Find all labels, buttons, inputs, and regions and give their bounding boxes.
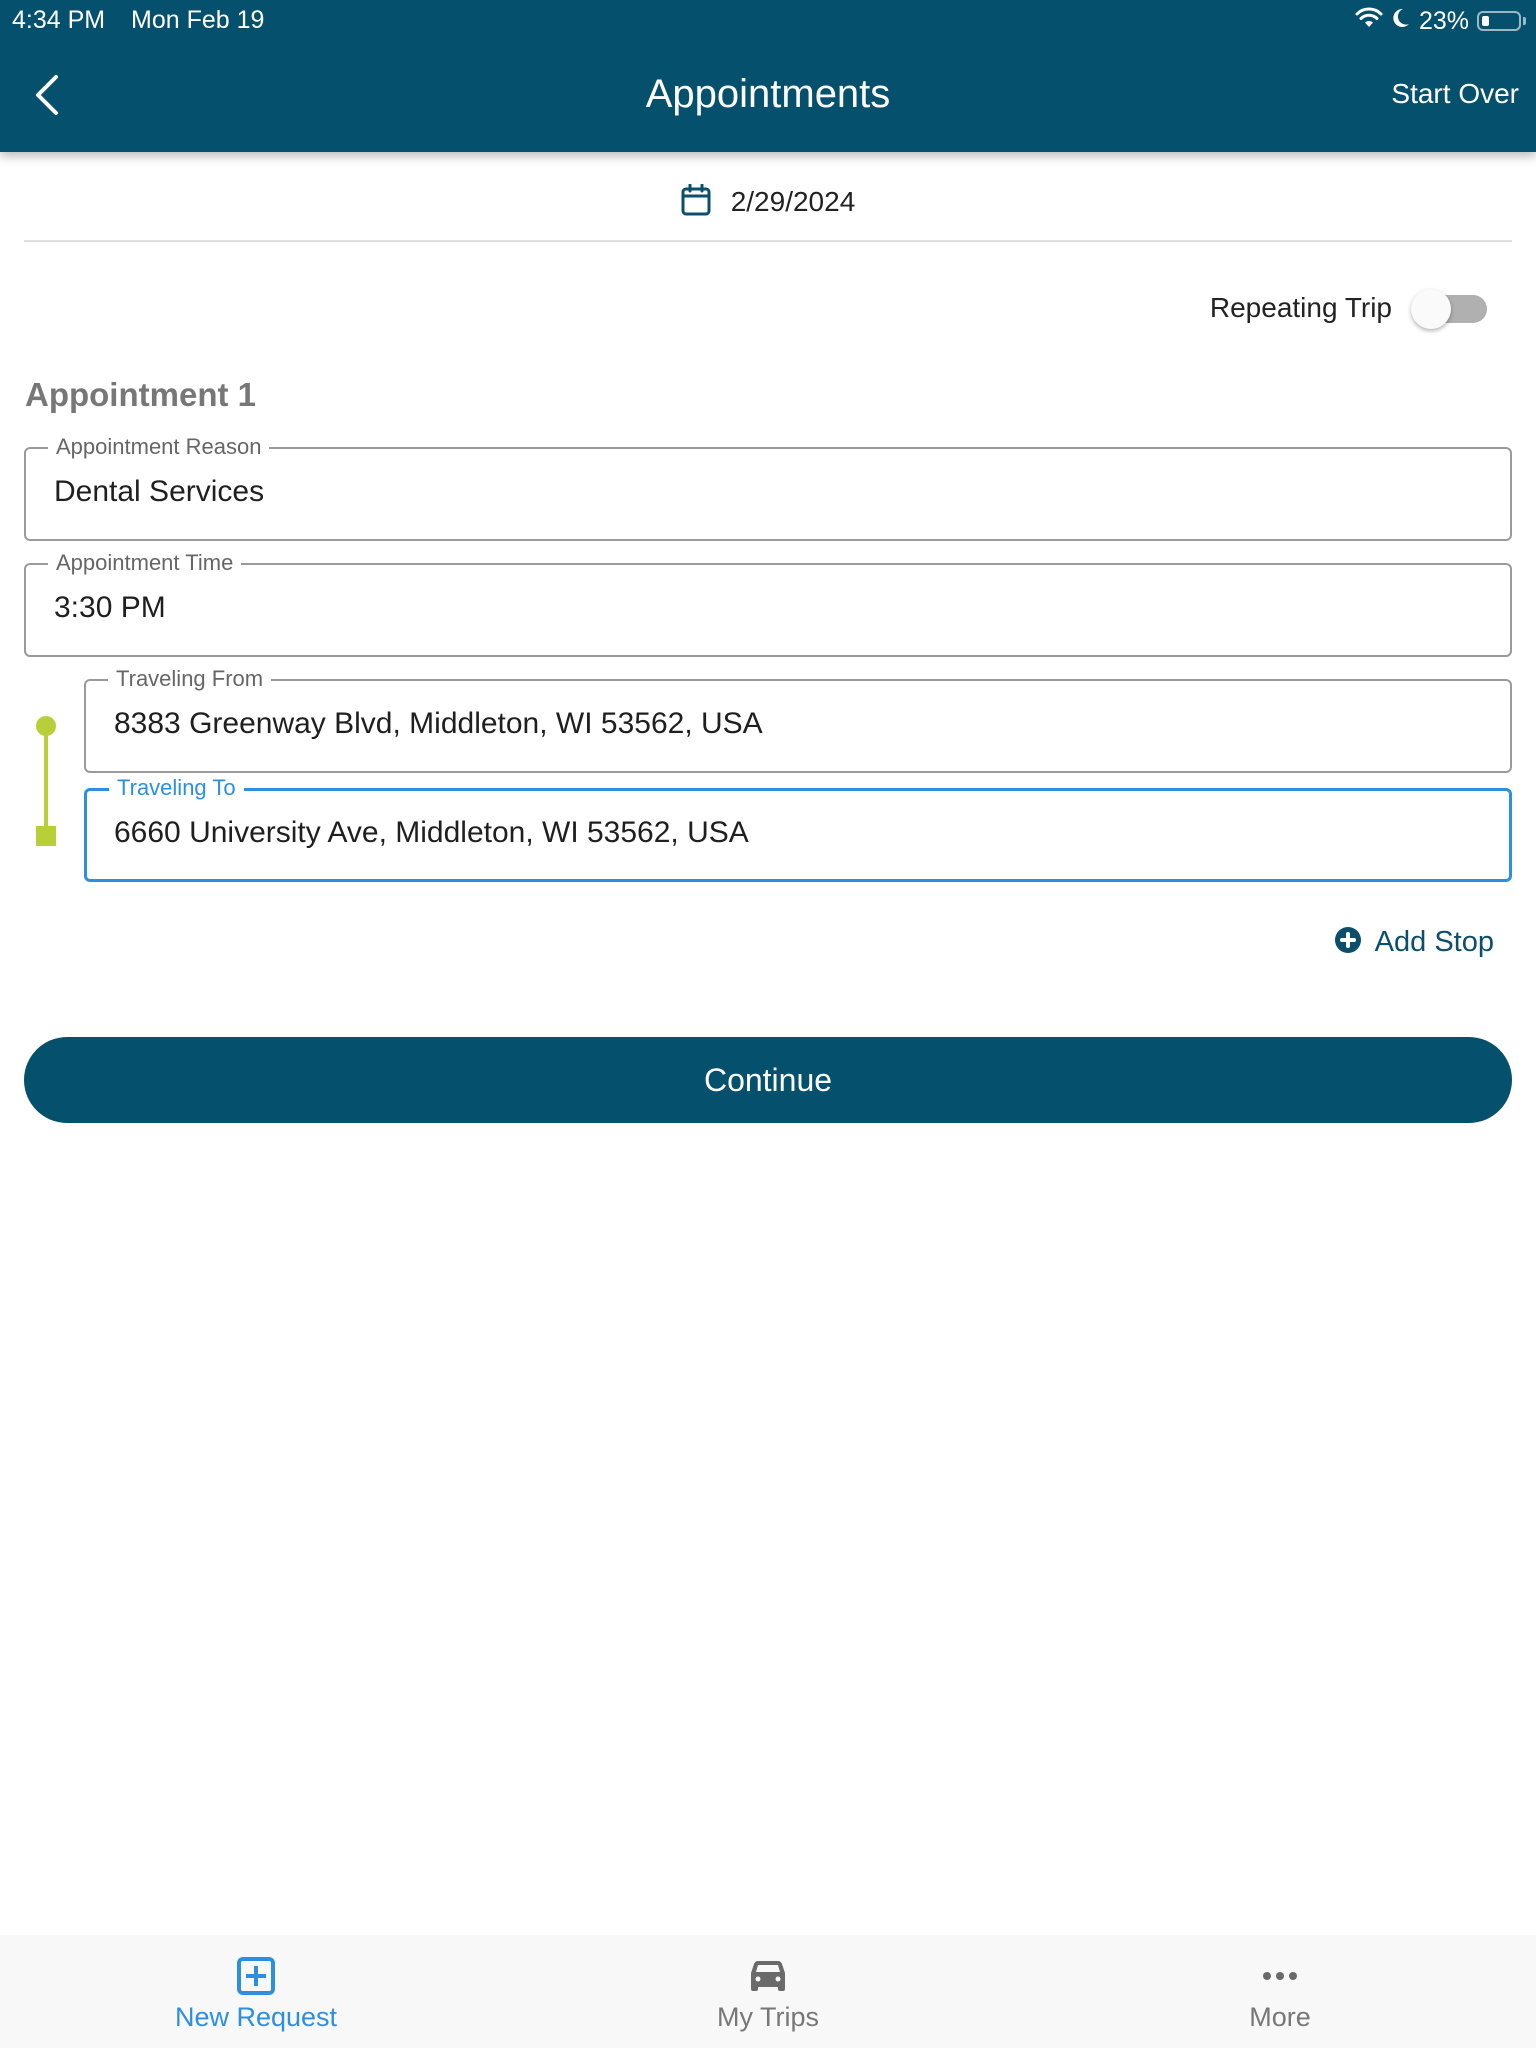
car-icon (749, 1956, 787, 1996)
battery-percent: 23% (1418, 6, 1469, 35)
traveling-from-field[interactable]: Traveling From 8383 Greenway Blvd, Middl… (84, 667, 1512, 773)
tab-my-trips[interactable]: My Trips (512, 1935, 1024, 2048)
add-stop-button[interactable]: Add Stop (1334, 926, 1494, 959)
traveling-to-value: 6660 University Ave, Middleton, WI 53562… (114, 816, 749, 849)
tab-label: My Trips (716, 2002, 819, 2032)
wifi-icon (1355, 7, 1383, 36)
more-dots-icon (1262, 1956, 1298, 1996)
divider (24, 240, 1512, 242)
battery-icon (1477, 11, 1521, 31)
continue-button[interactable]: Continue (24, 1037, 1512, 1123)
calendar-icon (681, 183, 711, 221)
route-origin-dot-icon (36, 716, 56, 736)
appointment-reason-label: Appointment Reason (48, 435, 270, 459)
appointment-time-value: 3:30 PM (54, 591, 166, 624)
repeating-trip-toggle[interactable] (1411, 289, 1487, 329)
date-selector[interactable]: 2/29/2024 (0, 180, 1536, 224)
moon-icon (1391, 7, 1411, 36)
page-title: Appointments (645, 72, 891, 116)
route-line (44, 726, 48, 830)
appointment-reason-value: Dental Services (54, 475, 265, 508)
toggle-knob (1411, 289, 1451, 329)
tab-bar: New Request My Trips More (0, 1935, 1536, 2048)
route-destination-square-icon (36, 826, 56, 846)
start-over-button[interactable]: Start Over (1391, 78, 1519, 110)
tab-label: New Request (174, 2002, 338, 2032)
status-date: Mon Feb 19 (131, 6, 265, 34)
tab-new-request[interactable]: New Request (0, 1935, 512, 2048)
appointment-time-label: Appointment Time (48, 551, 242, 575)
traveling-from-value: 8383 Greenway Blvd, Middleton, WI 53562,… (114, 707, 763, 740)
app-header: 4:34 PM Mon Feb 19 23% Appointments Star… (0, 0, 1536, 152)
add-stop-label: Add Stop (1374, 926, 1494, 958)
traveling-from-label: Traveling From (108, 667, 272, 691)
status-indicators: 23% (1355, 6, 1526, 36)
repeating-trip-label: Repeating Trip (1209, 292, 1392, 323)
traveling-to-label: Traveling To (109, 776, 244, 800)
appointment-time-field[interactable]: Appointment Time 3:30 PM (24, 551, 1512, 657)
tab-label: More (1249, 2002, 1311, 2032)
appointment-reason-field[interactable]: Appointment Reason Dental Services (24, 435, 1512, 541)
appointment-title: Appointment 1 (25, 376, 256, 413)
date-value: 2/29/2024 (730, 186, 856, 217)
plus-circle-icon (1334, 927, 1361, 958)
traveling-to-field[interactable]: Traveling To 6660 University Ave, Middle… (84, 776, 1512, 882)
plus-square-icon (237, 1956, 275, 1996)
tab-more[interactable]: More (1024, 1935, 1536, 2048)
status-time: 4:34 PM (12, 6, 106, 34)
